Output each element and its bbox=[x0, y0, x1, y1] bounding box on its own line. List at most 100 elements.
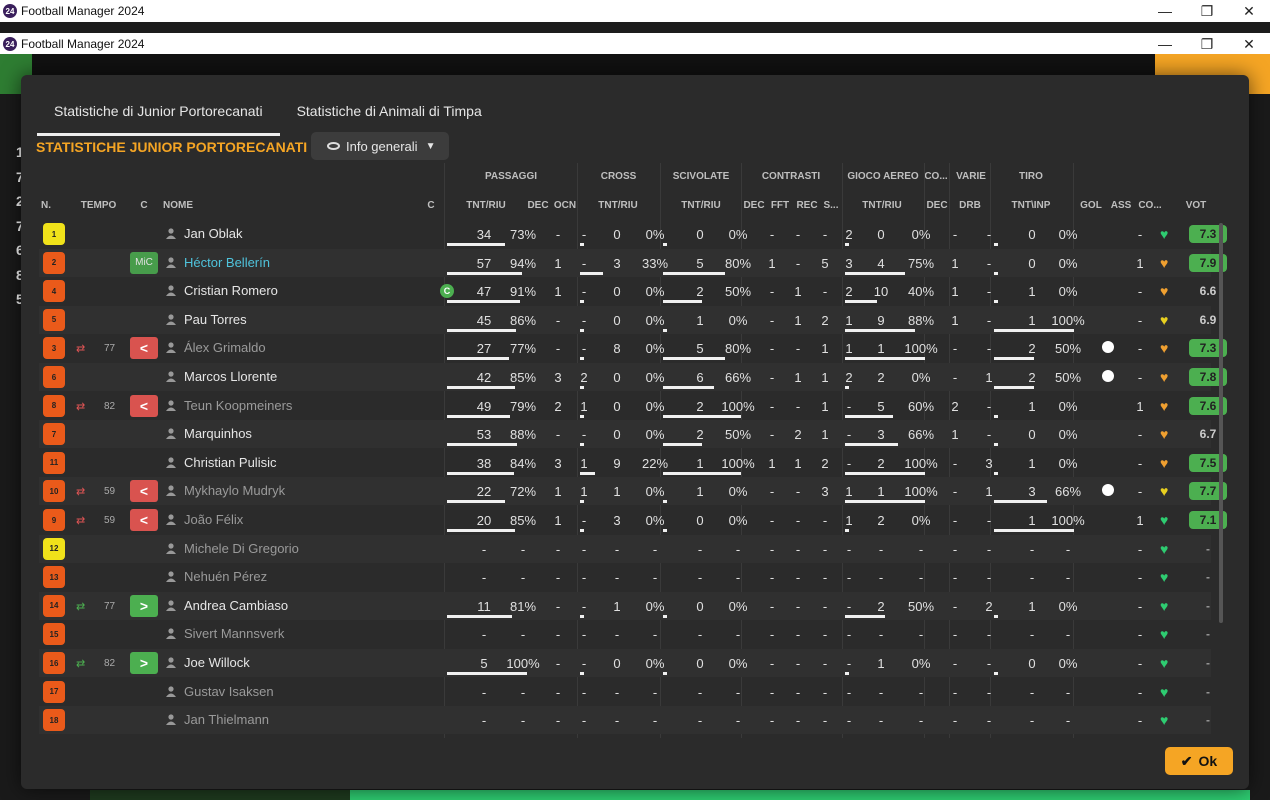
player-name[interactable]: Cristian Romero bbox=[184, 283, 278, 298]
col-con-dec[interactable]: DEC bbox=[741, 200, 767, 211]
player-name[interactable]: Joe Willock bbox=[184, 655, 250, 670]
player-name[interactable]: Sivert Mannsverk bbox=[184, 626, 284, 641]
sciv-pct: 50% bbox=[724, 427, 752, 443]
con-rec: - bbox=[822, 713, 828, 729]
pass-ocn: 1 bbox=[580, 455, 588, 471]
sub-arrow-icon[interactable]: < bbox=[130, 509, 158, 531]
shirt-number-badge: 8 bbox=[43, 394, 65, 417]
person-icon bbox=[166, 514, 176, 525]
table-row[interactable]: 2 MiC Héctor Bellerín 57 94% 1-3 33% 5 80% 1-5 3 4 7… bbox=[39, 248, 1227, 277]
maximize-icon[interactable]: ❐ bbox=[1186, 36, 1228, 53]
col-c[interactable]: C bbox=[136, 200, 152, 211]
goal-ball-icon bbox=[1102, 484, 1114, 497]
group-scivolate: SCIVOLATE bbox=[672, 171, 730, 182]
sub-arrow-icon[interactable]: < bbox=[130, 480, 158, 503]
col-con-fft[interactable]: FFT bbox=[767, 200, 793, 211]
table-row[interactable]: 9 ⇄ 59 < João Félix 20 85% 1 - 3 0% 0 0% - - - 1 2 0% - - 1 10… bbox=[39, 506, 1227, 534]
pass-pct: 77% bbox=[509, 341, 537, 357]
col-cross-tnt[interactable]: TNT/RIU bbox=[583, 200, 653, 211]
col-ass[interactable]: ASS bbox=[1106, 200, 1136, 211]
con-dec: - bbox=[769, 713, 775, 729]
table-row[interactable]: 7 Marquinhos 53 88% - - 0 0% 2 50% - 2 1 - 3 66% 1 - 0 0% - ♥… bbox=[39, 420, 1216, 449]
table-row[interactable]: 5 Pau Torres 45 86% - -0 0% 1 0% -1 2 1 9 88% 1-1 100% -… bbox=[39, 305, 1216, 334]
pass-tnt: 45 bbox=[476, 312, 492, 328]
tab-timpa-stats[interactable]: Statistiche di Animali di Timpa bbox=[280, 95, 499, 136]
assists: - bbox=[1137, 455, 1143, 471]
table-row[interactable]: 8 ⇄ 82 < Teun Koopmeiners 49 79% 2 1 0 0% 2 100% - -1-… bbox=[39, 392, 1227, 420]
sub-arrow-icon[interactable]: < bbox=[130, 337, 158, 360]
sub-arrow-icon[interactable]: > bbox=[130, 652, 158, 674]
check-icon: ✔ bbox=[1180, 752, 1193, 769]
table-row[interactable]: 12 Michele Di Gregorio - - - - - - - - - - - - - - - - - - -… bbox=[39, 534, 1211, 563]
player-name[interactable]: Marcos Llorente bbox=[184, 369, 277, 384]
sub-arrow-icon[interactable]: > bbox=[130, 594, 158, 617]
table-row[interactable]: 18 Jan Thielmann - - - - - - - - - - - - - - - - - - - ♥ - bbox=[39, 706, 1211, 735]
player-name[interactable]: Nehuén Pérez bbox=[184, 569, 267, 584]
player-name[interactable]: Álex Grimaldo bbox=[184, 340, 266, 355]
table-row[interactable]: 3 ⇄ 77 < Álex Grimaldo 27 77% - -8 0% 5 80% - -1 1 1 100… bbox=[39, 334, 1227, 362]
player-name[interactable]: Christian Pulisic bbox=[184, 455, 276, 470]
table-row[interactable]: 13 Nehuén Pérez - - - - - - - - - - - - - - - - - - - ♥ - bbox=[39, 563, 1211, 591]
table-row[interactable]: 16 ⇄ 82 > Joe Willock 5 100% - -0 0% 0 0% - - - -1 0% - -0… bbox=[39, 649, 1211, 677]
close-icon[interactable]: ✕ bbox=[1228, 3, 1270, 20]
player-name[interactable]: Marquinhos bbox=[184, 426, 252, 441]
aer-pct: 100% bbox=[904, 455, 938, 471]
table-row[interactable]: 17 Gustav Isaksen - - - - - - - - - - - - - - - - - - - ♥ - bbox=[39, 678, 1211, 706]
table-row[interactable]: 1 Jan Oblak 34 73% - -0 0% 0 0% - - -2 0 0% - -0 0% - ♥ 7.3 bbox=[39, 220, 1227, 248]
table-row[interactable]: 4 Cristian Romero C 47 91% 1 - 0 0% 2 50% - 1 - 2 10 40%… bbox=[39, 277, 1216, 305]
player-name[interactable]: Pau Torres bbox=[184, 312, 247, 327]
assists: - bbox=[1137, 656, 1143, 671]
player-name[interactable]: Andrea Cambiaso bbox=[184, 598, 288, 613]
close-icon[interactable]: ✕ bbox=[1228, 36, 1270, 53]
col-drb[interactable]: DRB bbox=[954, 200, 986, 211]
player-name[interactable]: Mykhaylo Mudryk bbox=[184, 483, 285, 498]
sub-minute: 77 bbox=[104, 343, 116, 355]
table-row[interactable]: 6 Marcos Llorente 42 85% 3 2 0 0% 6 66% - 1 1 2 2 0% - 1 2… bbox=[39, 363, 1227, 391]
aer-bar bbox=[845, 328, 915, 332]
col-condition[interactable]: CO... bbox=[1135, 200, 1165, 211]
col-nome[interactable]: NOME bbox=[163, 200, 199, 211]
background-footer-left bbox=[90, 790, 350, 800]
player-name[interactable]: Gustav Isaksen bbox=[184, 684, 274, 699]
player-name[interactable]: João Félix bbox=[184, 512, 243, 527]
col-n[interactable]: N. bbox=[39, 200, 53, 211]
cross-bar bbox=[580, 443, 584, 447]
ok-button[interactable]: ✔ Ok bbox=[1165, 747, 1233, 775]
table-row[interactable]: 14 ⇄ 77 > Andrea Cambiaso 11 81% - - 1 0% 0 0% - - - - 2 5… bbox=[39, 591, 1211, 620]
tiro-pct: 100% bbox=[1051, 312, 1085, 328]
player-name[interactable]: Michele Di Gregorio bbox=[184, 541, 299, 556]
col-con-rec[interactable]: REC bbox=[794, 200, 820, 211]
sub-arrow-icon[interactable]: < bbox=[130, 394, 158, 417]
player-name[interactable]: Jan Thielmann bbox=[184, 712, 269, 727]
person-icon bbox=[166, 685, 176, 697]
col-co-dec[interactable]: DEC bbox=[924, 200, 950, 211]
tiro-tnt: 0 bbox=[1028, 255, 1036, 271]
player-name[interactable]: Jan Oblak bbox=[184, 226, 243, 241]
info-dropdown[interactable]: Info generali ▼ bbox=[311, 132, 449, 160]
minimize-icon[interactable]: — bbox=[1144, 36, 1186, 53]
col-tiro-tnt[interactable]: TNT\INP bbox=[996, 200, 1066, 211]
col-aer-tnt[interactable]: TNT/RIU bbox=[847, 200, 917, 211]
aer-pct: - bbox=[918, 684, 924, 700]
col-sciv-tnt[interactable]: TNT/RIU bbox=[666, 200, 736, 211]
col-pass-dec[interactable]: DEC bbox=[524, 200, 552, 211]
tab-junior-stats[interactable]: Statistiche di Junior Portorecanati bbox=[37, 95, 280, 136]
col-gol[interactable]: GOL bbox=[1076, 200, 1106, 211]
player-name[interactable]: Héctor Bellerín bbox=[184, 255, 270, 270]
col-tempo[interactable]: TEMPO bbox=[76, 200, 121, 211]
col-con-s[interactable]: S... bbox=[820, 200, 842, 211]
col-c2[interactable]: C bbox=[423, 200, 439, 211]
table-row[interactable]: 11 Christian Pulisic 38 84% 3 1 9 22% 1 100% 1 1 2-2… bbox=[39, 449, 1227, 477]
pass-dec: - bbox=[555, 541, 561, 557]
con-dec: - bbox=[769, 598, 775, 614]
col-pass-ocn[interactable]: OCN bbox=[551, 200, 579, 211]
minimize-icon[interactable]: — bbox=[1144, 3, 1186, 20]
table-row[interactable]: 10 ⇄ 59 < Mykhaylo Mudryk 22 72% 1 1 1 0% 1 0% - -3 1 1 1… bbox=[39, 477, 1227, 506]
player-name[interactable]: Teun Koopmeiners bbox=[184, 398, 292, 413]
table-row[interactable]: 15 Sivert Mannsverk - - - - - - - - - - - - - - - - - - - ♥ - bbox=[39, 620, 1211, 648]
table-scrollbar[interactable] bbox=[1219, 223, 1223, 623]
maximize-icon[interactable]: ❐ bbox=[1186, 3, 1228, 20]
tiro-tnt: 0 bbox=[1028, 656, 1036, 671]
col-vot[interactable]: VOT bbox=[1176, 200, 1216, 211]
col-pass-tnt[interactable]: TNT/RIU bbox=[451, 200, 521, 211]
